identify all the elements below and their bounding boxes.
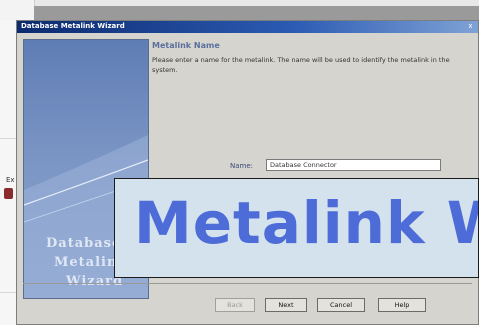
background-divider xyxy=(0,138,16,139)
step-instructions: Please enter a name for the metalink. Th… xyxy=(152,56,450,74)
dialog-title: Database Metalink Wizard xyxy=(21,22,125,30)
name-field[interactable]: Database Connector xyxy=(266,159,441,171)
app-icon xyxy=(4,188,13,199)
button-separator xyxy=(23,283,472,284)
cancel-button[interactable]: Cancel xyxy=(317,298,365,312)
dialog-titlebar[interactable]: Database Metalink Wizard x xyxy=(17,21,478,33)
background-label: Ex xyxy=(6,176,15,184)
caption-title: Metalink Wizard xyxy=(134,189,478,257)
help-button[interactable]: Help xyxy=(378,298,426,312)
background-window-pane: Ex xyxy=(0,20,16,325)
background-window-corner xyxy=(0,0,35,20)
caption-banner: Metalink Wizard xyxy=(114,178,479,278)
metalink-wizard-dialog: Database Metalink Wizard x Database Meta… xyxy=(16,20,479,325)
background-divider xyxy=(0,292,16,293)
background-window-toolbar xyxy=(34,6,479,20)
side-panel-word: Database xyxy=(46,236,122,251)
back-button[interactable]: Back xyxy=(215,298,255,312)
close-icon[interactable]: x xyxy=(466,22,475,31)
next-button[interactable]: Next xyxy=(265,298,307,312)
name-label: Name: xyxy=(230,162,254,170)
step-heading: Metalink Name xyxy=(152,41,220,50)
